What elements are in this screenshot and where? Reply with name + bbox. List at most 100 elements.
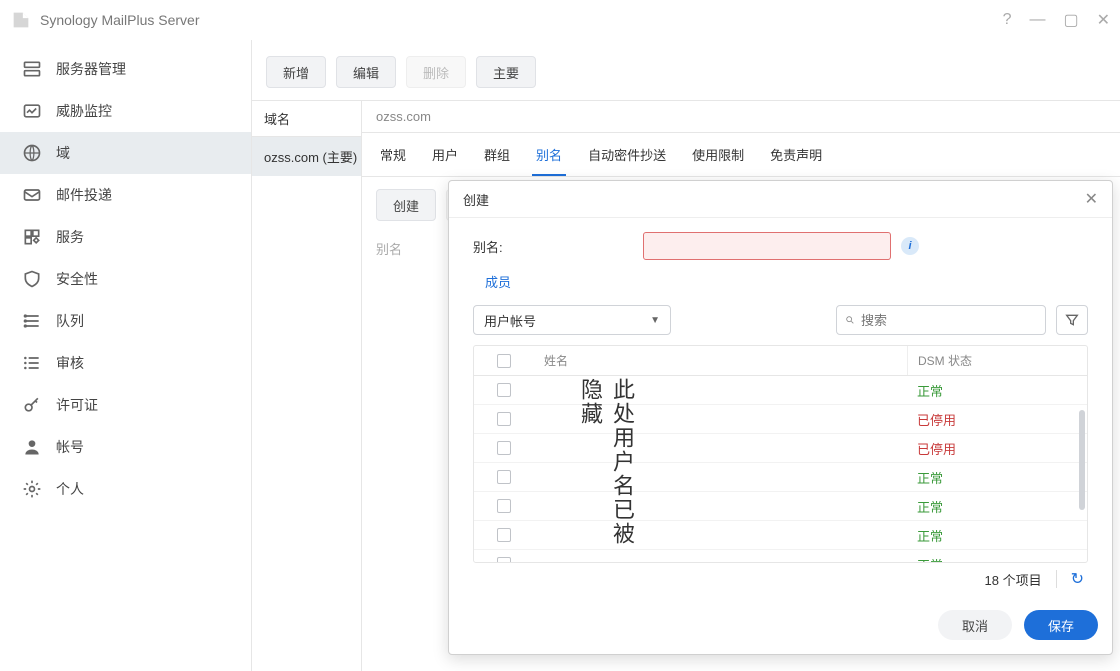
domain-list-column: 域名 ozss.com (主要) [252, 101, 362, 671]
member-search[interactable] [836, 305, 1046, 335]
sidebar-item-license[interactable]: 许可证 [0, 384, 251, 426]
app-icon [10, 9, 32, 31]
close-window-icon[interactable]: ✕ [1097, 10, 1110, 30]
sidebar-item-audit[interactable]: 审核 [0, 342, 251, 384]
table-row[interactable]: 正常 [474, 521, 1087, 550]
sidebar-item-label: 个人 [56, 479, 84, 499]
tab-autobcc[interactable]: 自动密件抄送 [584, 133, 670, 176]
column-status[interactable]: DSM 状态 [907, 346, 1087, 375]
table-row[interactable]: 正常 [474, 550, 1087, 562]
table-row[interactable]: 已停用 [474, 434, 1087, 463]
refresh-icon[interactable]: ↻ [1071, 569, 1084, 589]
detail-tabs: 常规 用户 群组 别名 自动密件抄送 使用限制 免责声明 [362, 133, 1120, 177]
create-alias-button[interactable]: 创建 [376, 189, 436, 221]
tab-disclaimer[interactable]: 免责声明 [766, 133, 826, 176]
table-row[interactable]: 正常 [474, 376, 1087, 405]
status-cell: 正常 [907, 497, 1087, 516]
sidebar-item-queue[interactable]: 队列 [0, 300, 251, 342]
sidebar-item-threat[interactable]: 威胁监控 [0, 90, 251, 132]
status-cell: 正常 [907, 381, 1087, 400]
sidebar-item-personal[interactable]: 个人 [0, 468, 251, 510]
sidebar-item-domain[interactable]: 域 [0, 132, 251, 174]
sidebar-item-label: 安全性 [56, 269, 98, 289]
tab-alias[interactable]: 别名 [532, 133, 566, 176]
row-checkbox[interactable] [497, 557, 511, 562]
sidebar-item-label: 队列 [56, 311, 84, 331]
primary-button[interactable]: 主要 [476, 56, 536, 88]
sidebar-item-label: 帐号 [56, 437, 84, 457]
status-cell: 正常 [907, 555, 1087, 563]
list-icon [22, 353, 42, 373]
dialog-header: 创建 ✕ [449, 181, 1112, 218]
table-footer: 18 个项目 ↻ [473, 563, 1088, 595]
user-icon [22, 437, 42, 457]
queue-icon [22, 311, 42, 331]
row-checkbox[interactable] [497, 383, 511, 397]
detail-domain-title: ozss.com [362, 101, 1120, 133]
sidebar-item-security[interactable]: 安全性 [0, 258, 251, 300]
filter-button[interactable] [1056, 305, 1088, 335]
table-row[interactable]: 正常 [474, 492, 1087, 521]
close-icon[interactable]: ✕ [1085, 189, 1098, 209]
select-value: 用户帐号 [484, 311, 536, 330]
status-cell: 正常 [907, 526, 1087, 545]
info-icon[interactable]: i [901, 237, 919, 255]
server-icon [22, 59, 42, 79]
row-checkbox[interactable] [497, 528, 511, 542]
alias-field-row: 别名: i [473, 232, 1088, 260]
save-button[interactable]: 保存 [1024, 610, 1098, 640]
sidebar-item-label: 许可证 [56, 395, 98, 415]
help-icon[interactable]: ? [1003, 11, 1012, 29]
item-count: 18 个项目 [985, 570, 1042, 589]
member-controls: 用户帐号 ▼ [473, 305, 1088, 335]
key-icon [22, 395, 42, 415]
alias-name-input[interactable] [643, 232, 891, 260]
tab-general[interactable]: 常规 [376, 133, 410, 176]
titlebar: Synology MailPlus Server ? — ▢ ✕ [0, 0, 1120, 40]
member-table-body[interactable]: 此处用户名已被隐藏 正常 已停用 已停用 正常 正常 正常 正常 [474, 376, 1087, 562]
status-cell: 已停用 [907, 410, 1087, 429]
domain-column-header: 域名 [252, 101, 361, 137]
chevron-down-icon: ▼ [650, 315, 660, 326]
sidebar-item-server-mgmt[interactable]: 服务器管理 [0, 48, 251, 90]
table-row[interactable]: 已停用 [474, 405, 1087, 434]
member-table-header: 姓名 DSM 状态 [474, 346, 1087, 376]
status-cell: 正常 [907, 468, 1087, 487]
search-input[interactable] [861, 313, 1037, 328]
tab-user[interactable]: 用户 [428, 133, 462, 176]
row-checkbox[interactable] [497, 470, 511, 484]
sidebar-item-delivery[interactable]: 邮件投递 [0, 174, 251, 216]
edit-button[interactable]: 编辑 [336, 56, 396, 88]
cancel-button[interactable]: 取消 [938, 610, 1012, 640]
row-checkbox[interactable] [497, 499, 511, 513]
domain-item[interactable]: ozss.com (主要) [252, 137, 361, 176]
globe-icon [22, 143, 42, 163]
tab-group[interactable]: 群组 [480, 133, 514, 176]
row-checkbox[interactable] [497, 441, 511, 455]
minimize-icon[interactable]: — [1029, 11, 1045, 29]
select-all-checkbox[interactable] [497, 354, 511, 368]
table-scrollbar[interactable] [1079, 410, 1085, 510]
maximize-icon[interactable]: ▢ [1063, 10, 1078, 30]
sidebar-item-label: 服务器管理 [56, 59, 126, 79]
account-type-select[interactable]: 用户帐号 ▼ [473, 305, 671, 335]
sidebar-item-account[interactable]: 帐号 [0, 426, 251, 468]
sidebar-item-service[interactable]: 服务 [0, 216, 251, 258]
dialog-title: 创建 [463, 190, 489, 209]
mail-out-icon [22, 185, 42, 205]
members-link[interactable]: 成员 [473, 272, 1088, 291]
column-name[interactable]: 姓名 [534, 346, 907, 375]
shield-icon [22, 269, 42, 289]
sidebar-item-label: 服务 [56, 227, 84, 247]
delete-button: 删除 [406, 56, 466, 88]
add-button[interactable]: 新增 [266, 56, 326, 88]
row-checkbox[interactable] [497, 412, 511, 426]
main-toolbar: 新增 编辑 删除 主要 [252, 40, 1120, 100]
table-row[interactable]: 正常 [474, 463, 1087, 492]
status-cell: 已停用 [907, 439, 1087, 458]
divider [1056, 570, 1057, 588]
app-title: Synology MailPlus Server [40, 12, 1003, 28]
sidebar-item-label: 审核 [56, 353, 84, 373]
sidebar-item-label: 威胁监控 [56, 101, 112, 121]
tab-limits[interactable]: 使用限制 [688, 133, 748, 176]
